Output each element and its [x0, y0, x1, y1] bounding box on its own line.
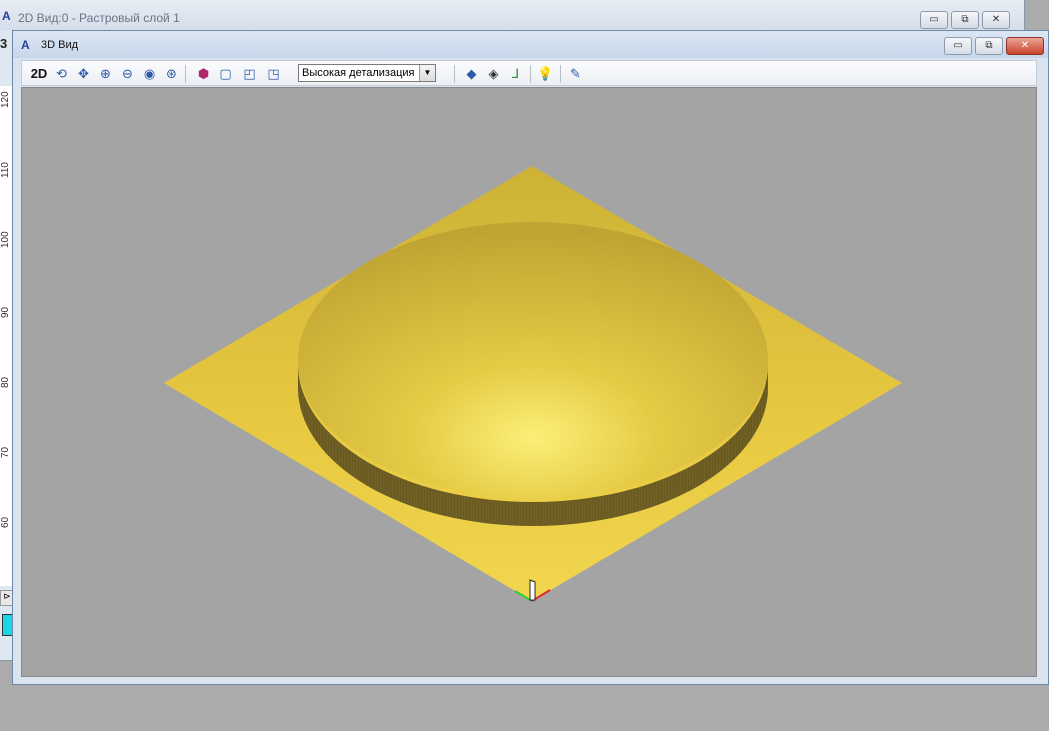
bg-minimize-button[interactable]: ▭	[920, 11, 948, 29]
bg-close-button[interactable]: ✕	[982, 11, 1010, 29]
background-window-title: 2D Вид:0 - Растровый слой 1	[18, 11, 180, 25]
rotate-icon[interactable]: ⟲	[52, 64, 71, 83]
app-icon: A	[21, 38, 30, 52]
chevron-down-icon[interactable]: ▼	[419, 65, 435, 81]
close-button[interactable]: ✕	[1006, 37, 1044, 55]
ruler-tick: 110	[0, 162, 11, 178]
zoom-fit-icon[interactable]: ⊛	[162, 64, 181, 83]
detail-level-value: Высокая детализация	[302, 67, 415, 79]
iso-view-icon[interactable]: ⬢	[194, 64, 213, 83]
ruler-tick: 60	[0, 516, 11, 528]
light-bulb-icon[interactable]: 💡	[536, 64, 555, 83]
zoom-in-icon[interactable]: ⊕	[96, 64, 115, 83]
ruler-tick: 100	[0, 231, 11, 248]
background-window-titlebar[interactable]: A 2D Вид:0 - Растровый слой 1 ▭ ⧉ ✕	[0, 0, 1024, 30]
zoom-out-icon[interactable]: ⊖	[118, 64, 137, 83]
3d-view-window: A 3D Вид ▭ ⧉ ✕ 2D ⟲ ✥ ⊕ ⊖ ◉ ⊛ ⬢ ▢ ◰ ◳ Вы…	[12, 30, 1049, 685]
cursor-icon	[529, 579, 536, 601]
ruler-tick: 90	[0, 306, 11, 318]
3d-viewport[interactable]	[21, 87, 1037, 677]
app-icon: A	[2, 9, 11, 23]
axes-icon[interactable]: ⅃	[506, 64, 525, 83]
material-icon[interactable]: ✎	[566, 64, 585, 83]
shaded-plane-icon[interactable]: ◆	[462, 64, 481, 83]
3d-model-render	[164, 166, 902, 602]
pan-icon[interactable]: ✥	[74, 64, 93, 83]
top-view-icon[interactable]: ◰	[240, 64, 259, 83]
3d-window-title: 3D Вид	[41, 39, 79, 51]
dome-top	[298, 222, 768, 498]
wireframe-icon[interactable]: ◈	[484, 64, 503, 83]
restore-button[interactable]: ⧉	[975, 37, 1003, 55]
bg-restore-button[interactable]: ⧉	[951, 11, 979, 29]
minimize-button[interactable]: ▭	[944, 37, 972, 55]
front-view-icon[interactable]: ▢	[216, 64, 235, 83]
view-2d-button[interactable]: 2D	[28, 64, 50, 83]
detail-level-select[interactable]: Высокая детализация ▼	[298, 64, 436, 82]
3d-toolbar: 2D ⟲ ✥ ⊕ ⊖ ◉ ⊛ ⬢ ▢ ◰ ◳ Высокая детализац…	[21, 60, 1037, 86]
ruler-tick: 70	[0, 446, 11, 458]
zoom-window-icon[interactable]: ◉	[140, 64, 159, 83]
ruler-tick: 80	[0, 376, 11, 388]
side-view-icon[interactable]: ◳	[264, 64, 283, 83]
ruler-tick: 120	[0, 91, 11, 108]
3d-window-titlebar[interactable]: A 3D Вид ▭ ⧉ ✕	[13, 31, 1048, 58]
